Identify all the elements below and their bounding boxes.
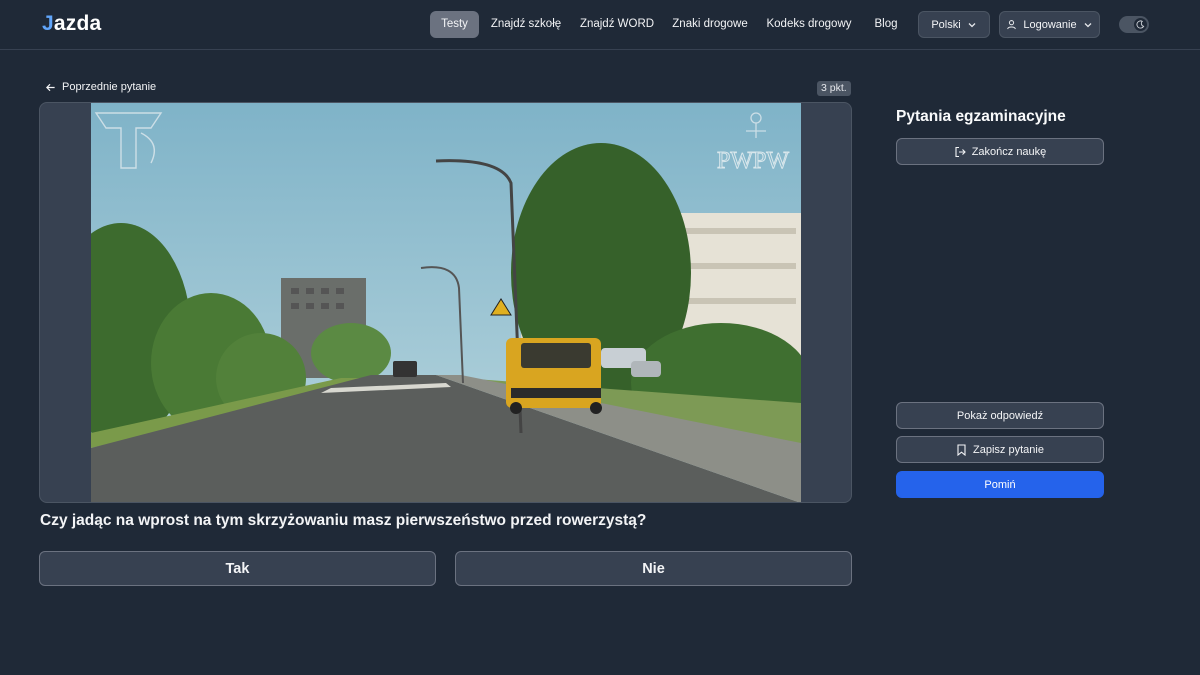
svg-text:PWPW: PWPW: [717, 148, 789, 174]
save-question-label: Zapisz pytanie: [973, 443, 1044, 456]
language-select[interactable]: Polski: [918, 11, 990, 38]
logout-icon: [955, 146, 966, 157]
sidebar-title: Pytania egzaminacyjne: [896, 108, 1066, 125]
login-button[interactable]: Logowanie: [999, 11, 1100, 38]
previous-question-link[interactable]: Poprzednie pytanie: [45, 81, 156, 93]
points-badge: 3 pkt.: [817, 81, 851, 96]
save-question-button[interactable]: Zapisz pytanie: [896, 436, 1104, 463]
nav-znaki-drogowe[interactable]: Znaki drogowe: [668, 11, 752, 38]
show-answer-label: Pokaż odpowiedź: [956, 409, 1044, 422]
question-media: PWPW: [39, 102, 852, 503]
finish-study-label: Zakończ naukę: [971, 145, 1047, 158]
show-answer-button[interactable]: Pokaż odpowiedź: [896, 402, 1104, 429]
theme-toggle[interactable]: [1119, 16, 1149, 33]
nav-znajdz-word[interactable]: Znajdź WORD: [576, 11, 658, 38]
top-header: Jazda Testy Znajdź szkołę Znajdź WORD Zn…: [0, 0, 1200, 50]
login-label: Logowanie: [1023, 18, 1077, 31]
answer-nie-button[interactable]: Nie: [455, 551, 852, 586]
road-scene-video[interactable]: PWPW: [91, 103, 801, 503]
theme-knob: [1134, 18, 1147, 31]
user-icon: [1007, 20, 1017, 30]
answer-tak-button[interactable]: Tak: [39, 551, 436, 586]
chevron-down-icon: [968, 22, 976, 27]
nav-testy[interactable]: Testy: [430, 11, 479, 38]
previous-question-label: Poprzednie pytanie: [62, 81, 157, 93]
nav-znajdz-szkole[interactable]: Znajdź szkołę: [487, 11, 565, 38]
skip-button[interactable]: Pomiń: [896, 471, 1104, 498]
question-text: Czy jadąc na wprost na tym skrzyżowaniu …: [40, 512, 647, 529]
arrow-left-icon: [45, 83, 55, 91]
finish-study-button[interactable]: Zakończ naukę: [896, 138, 1104, 165]
nav-kodeks-drogowy[interactable]: Kodeks drogowy: [762, 11, 856, 38]
moon-icon: [1136, 20, 1145, 29]
bookmark-icon: [957, 443, 966, 456]
chevron-down-icon: [1084, 22, 1092, 27]
logo[interactable]: Jazda: [42, 12, 101, 36]
nav-blog[interactable]: Blog: [866, 11, 906, 38]
language-label: Polski: [931, 18, 961, 31]
